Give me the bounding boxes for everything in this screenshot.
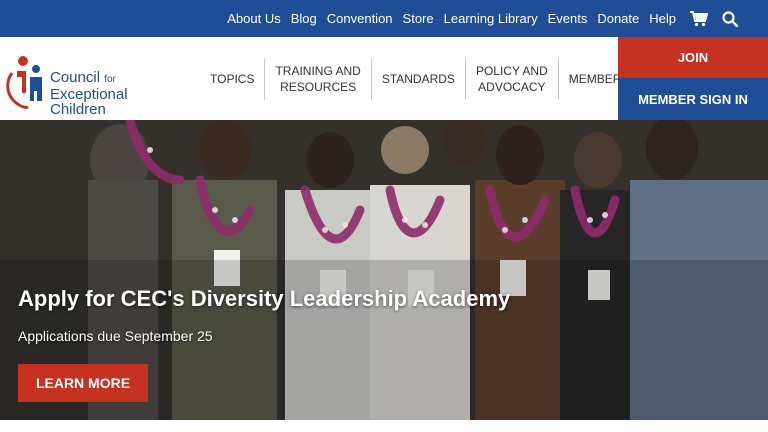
nav-standards[interactable]: STANDARDS	[370, 57, 465, 100]
utility-link-events[interactable]: Events	[548, 11, 588, 26]
logo-line1: Council	[50, 69, 101, 86]
join-button[interactable]: JOIN	[618, 37, 768, 78]
learn-more-button[interactable]: LEARN MORE	[18, 364, 148, 402]
hero-banner: Apply for CEC's Diversity Leadership Aca…	[0, 120, 768, 420]
utility-link-help[interactable]: Help	[649, 11, 676, 26]
hero-title: Apply for CEC's Diversity Leadership Aca…	[18, 286, 511, 311]
logo-line1-small: for	[104, 74, 116, 85]
logo-wordmark: Council for Exceptional Children	[50, 70, 128, 117]
utility-link-convention[interactable]: Convention	[327, 11, 393, 26]
nav-topics[interactable]: TOPICS	[200, 58, 264, 100]
logo-line3: Children	[50, 101, 106, 118]
utility-link-learning-library[interactable]: Learning Library	[444, 11, 538, 26]
cec-figure-logo-icon	[6, 56, 42, 109]
page-bottom-strip	[0, 420, 768, 432]
hero-subtitle: Applications due September 25	[18, 328, 213, 344]
utility-link-donate[interactable]: Donate	[597, 11, 639, 26]
main-nav: TOPICS TRAINING AND RESOURCES STANDARDS …	[200, 37, 659, 120]
cart-icon[interactable]	[690, 10, 708, 27]
member-sign-in-button[interactable]: MEMBER SIGN IN	[618, 78, 768, 120]
search-icon[interactable]	[722, 10, 738, 27]
header-cta: JOIN MEMBER SIGN IN	[618, 37, 768, 120]
utility-link-store[interactable]: Store	[403, 11, 434, 26]
nav-training-and-resources[interactable]: TRAINING AND RESOURCES	[264, 57, 370, 100]
utility-bar: About Us Blog Convention Store Learning …	[0, 0, 768, 37]
utility-link-about-us[interactable]: About Us	[227, 11, 280, 26]
utility-nav: About Us Blog Convention Store Learning …	[217, 0, 768, 37]
nav-policy-and-advocacy[interactable]: POLICY AND ADVOCACY	[464, 57, 558, 100]
utility-link-blog[interactable]: Blog	[291, 11, 317, 26]
site-logo[interactable]: Council for Exceptional Children	[6, 55, 156, 117]
